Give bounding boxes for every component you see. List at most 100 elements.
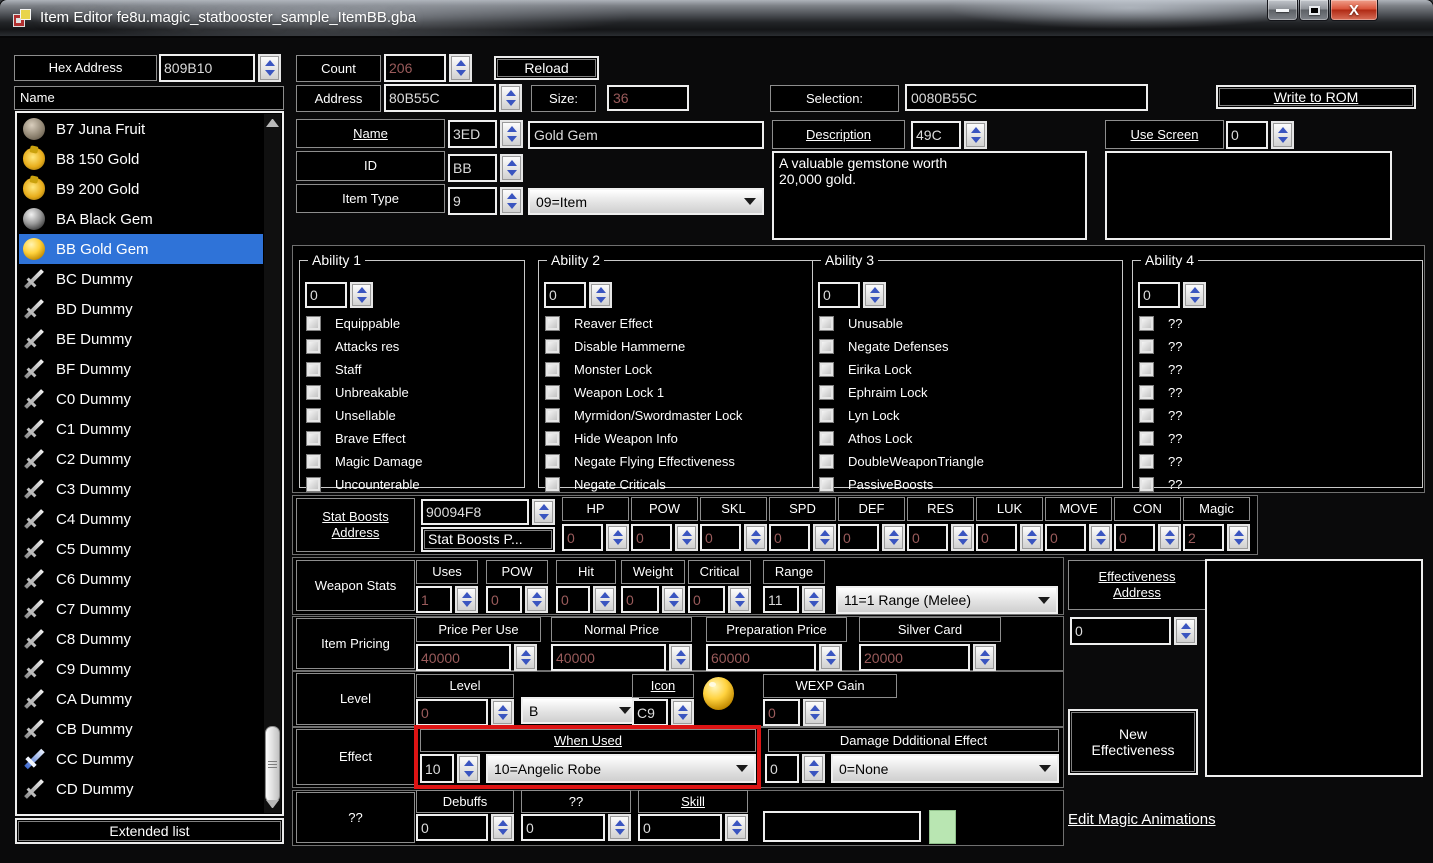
spinner-buttons[interactable] [669,644,692,671]
spin-up-icon[interactable] [826,650,836,656]
spinner-buttons[interactable] [882,524,905,551]
weapon-value-uses[interactable]: 1 [416,586,478,613]
weapon-value-critical[interactable]: 0 [688,586,751,613]
ability-1-value-field[interactable]: 0 [305,282,373,308]
list-item[interactable]: BA Black Gem [19,204,263,234]
spin-down-icon[interactable] [357,297,367,303]
effectiveness-address-field[interactable]: 0 [1070,617,1197,645]
scroll-down-icon[interactable] [266,800,279,808]
list-item[interactable]: BB Gold Gem [19,234,263,264]
effectiveness-address-link[interactable]: Effectiveness Address [1068,560,1206,610]
spin-down-icon[interactable] [506,100,516,106]
list-item[interactable]: C3 Dummy [19,474,263,504]
spin-down-icon[interactable] [456,70,466,76]
spin-up-icon[interactable] [600,592,610,598]
checkbox[interactable] [306,339,321,354]
item-type-field[interactable]: 9 [448,187,523,215]
description-textarea[interactable]: A valuable gemstone worth 20,000 gold. [772,151,1087,240]
spinner-buttons[interactable] [499,84,522,112]
spin-up-icon[interactable] [1234,530,1244,536]
list-item[interactable]: CA Dummy [19,684,263,714]
list-item[interactable]: CC Dummy [19,744,263,774]
spin-up-icon[interactable] [682,530,692,536]
spinner-buttons[interactable] [744,524,767,551]
spin-down-icon[interactable] [971,137,981,143]
spinner-buttons[interactable] [589,282,612,308]
stat-value-luk[interactable]: 0 [976,524,1043,551]
weapon-value[interactable]: 0 [688,586,725,613]
spin-down-icon[interactable] [1234,539,1244,545]
dropdown-arrow-icon[interactable] [1039,765,1051,772]
checkbox[interactable] [819,477,834,492]
weapon-value[interactable]: 0 [556,586,590,613]
pricing-value-text[interactable]: 40000 [416,644,511,671]
level-field-value[interactable]: 0 [416,699,488,726]
damage-effect-field-value[interactable]: 0 [765,754,799,783]
spinner-buttons[interactable] [500,154,523,182]
checkbox[interactable] [819,385,834,400]
list-item[interactable]: C5 Dummy [19,534,263,564]
maximize-button[interactable] [1299,0,1329,21]
spin-up-icon[interactable] [820,530,830,536]
list-item[interactable]: C1 Dummy [19,414,263,444]
list-item[interactable]: B8 150 Gold [19,144,263,174]
spin-down-icon[interactable] [507,136,517,142]
pricing-value-text[interactable]: 40000 [551,644,666,671]
spin-down-icon[interactable] [735,601,745,607]
spin-up-icon[interactable] [507,126,517,132]
spinner-buttons[interactable] [1271,121,1294,149]
spin-up-icon[interactable] [265,60,275,66]
spinner-buttons[interactable] [863,282,886,308]
icon-id-field-value[interactable]: C9 [632,699,668,726]
spin-down-icon[interactable] [1027,539,1037,545]
spin-up-icon[interactable] [732,820,742,826]
spin-down-icon[interactable] [462,601,472,607]
stat-value-res[interactable]: 0 [907,524,974,551]
spinner-buttons[interactable] [606,524,629,551]
spin-up-icon[interactable] [676,650,686,656]
icon-link[interactable]: Icon [632,674,694,698]
range-select[interactable]: 11=1 Range (Melee) [836,586,1058,614]
scrollbar-thumb[interactable] [265,726,280,803]
spin-down-icon[interactable] [826,659,836,665]
spinner-buttons[interactable] [802,586,825,613]
wexp-gain-field-value[interactable]: 0 [763,699,800,726]
list-item[interactable]: B9 200 Gold [19,174,263,204]
ability-value[interactable]: 0 [305,282,347,308]
list-item[interactable]: C8 Dummy [19,624,263,654]
pricing-value[interactable]: 40000 [551,644,692,671]
spin-down-icon[interactable] [507,203,517,209]
weapon-value[interactable]: 1 [416,586,452,613]
spin-down-icon[interactable] [810,714,820,720]
spinner-buttons[interactable] [491,699,514,726]
spin-up-icon[interactable] [971,127,981,133]
spin-up-icon[interactable] [464,760,474,766]
checkbox[interactable] [1139,339,1154,354]
checkbox[interactable] [545,408,560,423]
spinner-buttons[interactable] [725,814,748,841]
spin-down-icon[interactable] [682,539,692,545]
spinner-buttons[interactable] [1020,524,1043,551]
size-field[interactable]: 36 [607,85,689,111]
name-link[interactable]: Name [296,119,445,148]
spin-up-icon[interactable] [357,287,367,293]
list-item[interactable]: C4 Dummy [19,504,263,534]
spinner-buttons[interactable] [491,814,514,841]
spin-down-icon[interactable] [676,659,686,665]
list-item[interactable]: C2 Dummy [19,444,263,474]
checkbox[interactable] [819,431,834,446]
dropdown-arrow-icon[interactable] [744,198,756,205]
spin-down-icon[interactable] [532,601,542,607]
spinner-buttons[interactable] [593,586,616,613]
spin-down-icon[interactable] [678,714,688,720]
spinner-buttons[interactable] [803,699,826,726]
stat-value[interactable]: 0 [1045,524,1086,551]
stat-boosts-address-field-value[interactable]: 90094F8 [421,499,529,525]
spin-up-icon[interactable] [889,530,899,536]
ability-2-value-field[interactable]: 0 [544,282,612,308]
spin-down-icon[interactable] [507,170,517,176]
stat-value[interactable]: 0 [562,524,603,551]
stat-value[interactable]: 0 [700,524,741,551]
spinner-buttons[interactable] [813,524,836,551]
spinner-buttons[interactable] [455,586,478,613]
